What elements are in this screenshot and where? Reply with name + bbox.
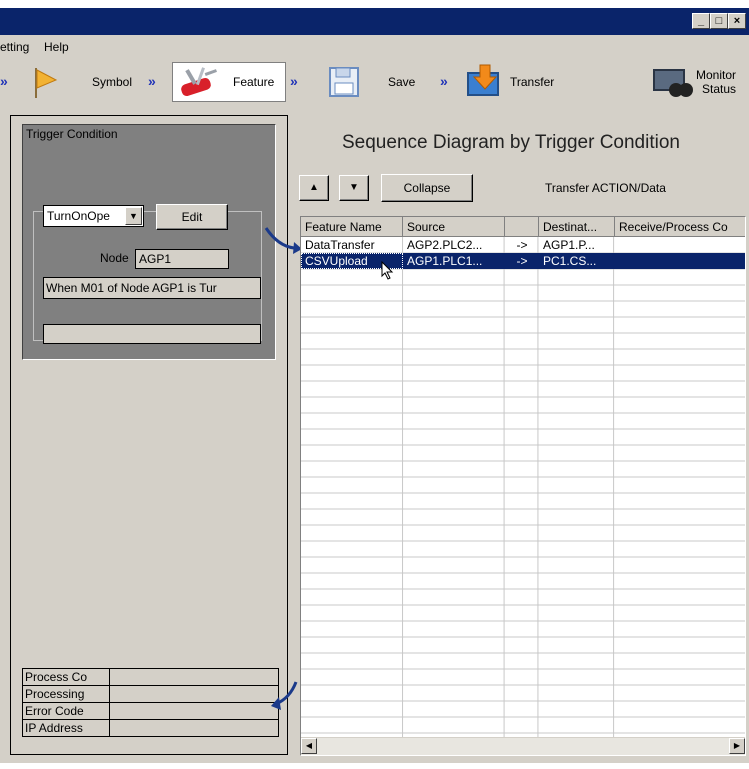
save-disk-icon <box>329 67 359 97</box>
sequence-title: Sequence Diagram by Trigger Condition <box>342 132 680 153</box>
move-down-button[interactable]: ▼ <box>339 175 369 201</box>
trigger-title: Trigger Condition <box>26 127 118 141</box>
monitor-binoculars-icon <box>653 69 693 97</box>
sequence-grid: Feature Name Source Destinat... Receive/… <box>300 216 746 756</box>
chevron-icon: » <box>290 73 298 89</box>
chevron-down-icon[interactable]: ▼ <box>125 207 142 225</box>
column-header[interactable]: Destinat... <box>539 217 615 237</box>
status-label: Process Co <box>22 668 110 686</box>
maximize-button[interactable]: □ <box>710 13 728 29</box>
column-header[interactable]: Receive/Process Co <box>615 217 745 237</box>
status-table: Process Co Processing Error Code IP Addr… <box>22 668 279 737</box>
flag-icon <box>35 68 58 98</box>
transfer-monitor-icon <box>467 64 499 96</box>
transfer-label: Transfer <box>510 75 555 89</box>
collapse-button[interactable]: Collapse <box>381 174 473 202</box>
status-value <box>109 719 279 737</box>
minimize-button[interactable]: _ <box>692 13 710 29</box>
node-label: Node <box>100 251 129 265</box>
feature-name-cell: DataTransfer <box>305 238 375 252</box>
menu-setting[interactable]: etting <box>0 40 29 54</box>
node-field: AGP1 <box>135 249 229 269</box>
destination-cell: PC1.CS... <box>543 254 597 268</box>
connector-arrow-icon <box>264 227 302 254</box>
column-header[interactable]: Source <box>403 217 505 237</box>
feature-label: Feature <box>233 75 275 89</box>
symbol-tool[interactable]: Symbol <box>22 62 140 102</box>
table-row: Process Co <box>22 668 279 686</box>
status-label: Status <box>701 82 737 96</box>
receive-cell <box>615 237 745 253</box>
symbol-label: Symbol <box>92 75 133 89</box>
status-label: Processing <box>22 685 110 703</box>
close-button[interactable]: × <box>728 13 746 29</box>
chevron-icon: » <box>0 73 8 89</box>
title-bar: _ □ × <box>0 8 749 35</box>
chevron-icon: » <box>148 73 156 89</box>
horizontal-scrollbar[interactable]: ◀ ▶ <box>301 737 745 755</box>
transfer-tool[interactable]: Transfer <box>462 62 574 102</box>
grid-lines <box>301 237 745 737</box>
destination-cell: AGP1.P... <box>543 238 595 252</box>
transfer-action-label: Transfer ACTION/Data <box>545 181 666 195</box>
scroll-left-button[interactable]: ◀ <box>301 738 317 754</box>
trigger-type-select[interactable]: TurnOnOpe ▼ <box>43 205 144 227</box>
trigger-type-value: TurnOnOpe <box>47 209 110 223</box>
status-label: Error Code <box>22 702 110 720</box>
scroll-right-button[interactable]: ▶ <box>729 738 745 754</box>
source-cell: AGP2.PLC2... <box>407 238 483 252</box>
status-label: IP Address <box>22 719 110 737</box>
grid-header: Feature Name Source Destinat... Receive/… <box>301 217 745 237</box>
condition-text: When M01 of Node AGP1 is Tur <box>43 277 261 299</box>
status-value <box>109 685 279 703</box>
table-row: Error Code <box>22 702 279 720</box>
column-header[interactable]: Feature Name <box>301 217 403 237</box>
edit-button[interactable]: Edit <box>156 204 228 230</box>
arrow-cell: -> <box>516 254 528 268</box>
status-value <box>109 702 279 720</box>
table-row: Processing <box>22 685 279 703</box>
arrow-cell: -> <box>516 238 528 252</box>
table-row[interactable]: DataTransfer AGP2.PLC2... -> AGP1.P... <box>301 237 745 253</box>
monitor-status-tool[interactable]: Monitor Status <box>648 62 749 102</box>
feature-tool[interactable]: Feature <box>172 62 286 102</box>
monitor-label: Monitor <box>696 68 737 82</box>
status-value <box>109 668 279 686</box>
move-up-button[interactable]: ▲ <box>299 175 329 201</box>
table-row-selected[interactable]: CSVUpload AGP1.PLC1... -> PC1.CS... <box>301 253 745 269</box>
menu-bar: etting Help <box>0 36 749 56</box>
save-tool[interactable]: Save <box>312 62 438 102</box>
empty-status-field <box>43 324 261 344</box>
left-panel: Trigger Condition TurnOnOpe ▼ Edit Node … <box>10 115 288 755</box>
connector-arrow-icon <box>271 681 298 710</box>
trigger-inner-frame <box>33 211 262 341</box>
menu-help[interactable]: Help <box>44 40 69 54</box>
receive-cell <box>615 253 745 269</box>
chevron-icon: » <box>440 73 448 89</box>
swiss-knife-icon <box>181 67 217 97</box>
source-cell: AGP1.PLC1... <box>407 254 483 268</box>
workflow-toolbar: » Symbol » Feature » Save » Transfer Mon… <box>0 56 749 108</box>
save-label: Save <box>388 75 416 89</box>
column-header[interactable] <box>505 217 539 237</box>
table-row: IP Address <box>22 719 279 737</box>
mouse-cursor-icon <box>381 261 394 280</box>
trigger-condition-box: Trigger Condition TurnOnOpe ▼ Edit Node … <box>22 124 276 360</box>
